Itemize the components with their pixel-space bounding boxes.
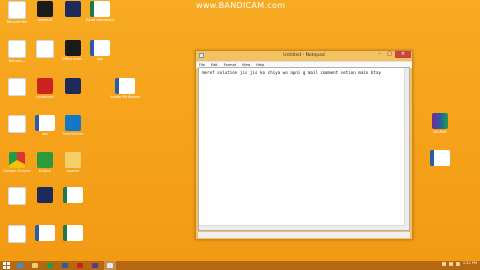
excel-icon-3[interactable]	[58, 225, 88, 242]
file-icon-3[interactable]	[2, 78, 32, 97]
folder-icon-1-glyph	[65, 152, 81, 168]
taskbar-explorer-icon[interactable]	[29, 261, 41, 270]
network-icon[interactable]	[448, 262, 453, 266]
file-icon-1-glyph	[37, 1, 53, 17]
system-tray: 1:52 PM	[441, 262, 477, 266]
excel-icon-1[interactable]: Excel document	[85, 1, 115, 22]
minimize-button[interactable]: –	[375, 51, 384, 58]
app-icon-3-glyph	[37, 78, 53, 94]
excel-icon-1-glyph	[90, 1, 110, 17]
recycle-bin-icon-glyph	[8, 1, 26, 19]
file-icon-6[interactable]	[2, 187, 32, 206]
file-icon-2-glyph	[65, 1, 81, 17]
start-button[interactable]	[2, 261, 11, 270]
taskbar-app-icon[interactable]	[74, 261, 86, 270]
close-button[interactable]: ✕	[395, 51, 411, 58]
teamviewer-icon[interactable]: TeamViewer	[58, 115, 88, 136]
folder-icon-1[interactable]: apache	[58, 152, 88, 173]
teamviewer-icon-glyph	[65, 115, 81, 131]
word-icon-5[interactable]	[425, 150, 455, 167]
app-icon-2[interactable]: Office mod...	[58, 40, 88, 61]
notepad-title-bar[interactable]: Untitled - Notepad – □ ✕	[196, 51, 412, 61]
notepad-status-bar	[198, 232, 410, 238]
clock[interactable]: 1:52 PM	[463, 262, 477, 266]
word-icon-2[interactable]: Adobe Kit Reader	[110, 78, 140, 99]
taskbar-app-icon-2[interactable]	[89, 261, 101, 270]
recycle-bin-icon[interactable]: Recycle Bin	[2, 1, 32, 24]
tray-up-arrow-icon[interactable]	[441, 262, 446, 266]
word-icon-4-glyph	[35, 225, 55, 241]
word-icon-4[interactable]	[30, 225, 60, 242]
chrome-icon[interactable]: Google Chrome	[2, 152, 32, 173]
winrar-icon-glyph	[432, 113, 448, 129]
notepad-text: meref solution jis jis ko chiya wo apni …	[202, 70, 381, 75]
app-icon-1[interactable]: Bahasa...	[2, 40, 32, 63]
image-icon-1-glyph	[36, 40, 54, 58]
excel-icon-2[interactable]	[58, 187, 88, 204]
bandicam-watermark: www.BANDICAM.com	[196, 1, 286, 10]
file-icon-4[interactable]	[58, 78, 88, 95]
word-icon-3[interactable]: doc	[30, 115, 60, 136]
excel-icon-2-glyph	[63, 187, 83, 203]
app-icon-5-glyph	[37, 187, 53, 203]
word-icon-2-glyph	[115, 78, 135, 94]
taskbar: 1:52 PM	[0, 261, 480, 270]
taskbar-notepad-icon[interactable]	[104, 261, 116, 270]
app-icon-5[interactable]	[30, 187, 60, 204]
winrar-icon[interactable]: WinRAR	[425, 113, 455, 134]
chrome-icon-glyph	[9, 152, 25, 168]
word-icon-1[interactable]: doc	[85, 40, 115, 61]
excel-icon-3-glyph	[63, 225, 83, 241]
app-icon-4[interactable]: Eclipse	[30, 152, 60, 173]
desktop-icon-label: apache	[66, 169, 80, 173]
desktop-icon-label: TeamViewer	[62, 132, 84, 136]
app-icon-2-glyph	[65, 40, 81, 56]
file-icon-5[interactable]	[2, 115, 32, 134]
desktop-icon-label: Office mod...	[61, 57, 85, 61]
vertical-scrollbar[interactable]	[404, 68, 409, 230]
image-icon-1[interactable]	[30, 40, 60, 59]
volume-icon[interactable]	[455, 262, 460, 266]
horizontal-scrollbar[interactable]	[199, 225, 405, 230]
taskbar-chrome-icon[interactable]	[44, 261, 56, 270]
word-icon-3-glyph	[35, 115, 55, 131]
taskbar-word-icon[interactable]	[59, 261, 71, 270]
desktop-icon-label: Excel document	[85, 18, 115, 22]
notepad-text-area[interactable]: meref solution jis jis ko chiya wo apni …	[198, 67, 410, 231]
taskbar-ie-icon[interactable]	[14, 261, 26, 270]
word-icon-5-glyph	[430, 150, 450, 166]
desktop-icon-label: Recycle Bin	[6, 20, 28, 24]
desktop-icon-label: Adobe Kit Reader	[110, 95, 140, 99]
word-icon-1-glyph	[90, 40, 110, 56]
desktop-icon-label: Google Chrome	[3, 169, 31, 173]
desktop-icon-label: Bahasa...	[8, 59, 26, 63]
file-icon-3-glyph	[8, 78, 26, 96]
desktop-icon-label: Eclipse	[38, 169, 52, 173]
app-icon-1-glyph	[8, 40, 26, 58]
desktop-icon-label: WinRAR	[433, 130, 447, 134]
file-icon-2[interactable]	[58, 1, 88, 18]
desktop-icon-label: doc	[41, 132, 49, 136]
file-icon-6-glyph	[8, 187, 26, 205]
app-icon-3[interactable]: bandicam	[30, 78, 60, 99]
app-icon-4-glyph	[37, 152, 53, 168]
file-icon-4-glyph	[65, 78, 81, 94]
maximize-button[interactable]: □	[385, 51, 394, 58]
notepad-window[interactable]: Untitled - Notepad – □ ✕ File Edit Forma…	[195, 50, 413, 240]
file-icon-5-glyph	[8, 115, 26, 133]
file-icon-7-glyph	[8, 225, 26, 243]
desktop-icon-label: bandicam	[36, 95, 54, 99]
file-icon-1[interactable]: shortcut	[30, 1, 60, 22]
desktop-icon-label: shortcut	[37, 18, 53, 22]
desktop-icon-label: doc	[96, 57, 104, 61]
file-icon-7[interactable]	[2, 225, 32, 244]
